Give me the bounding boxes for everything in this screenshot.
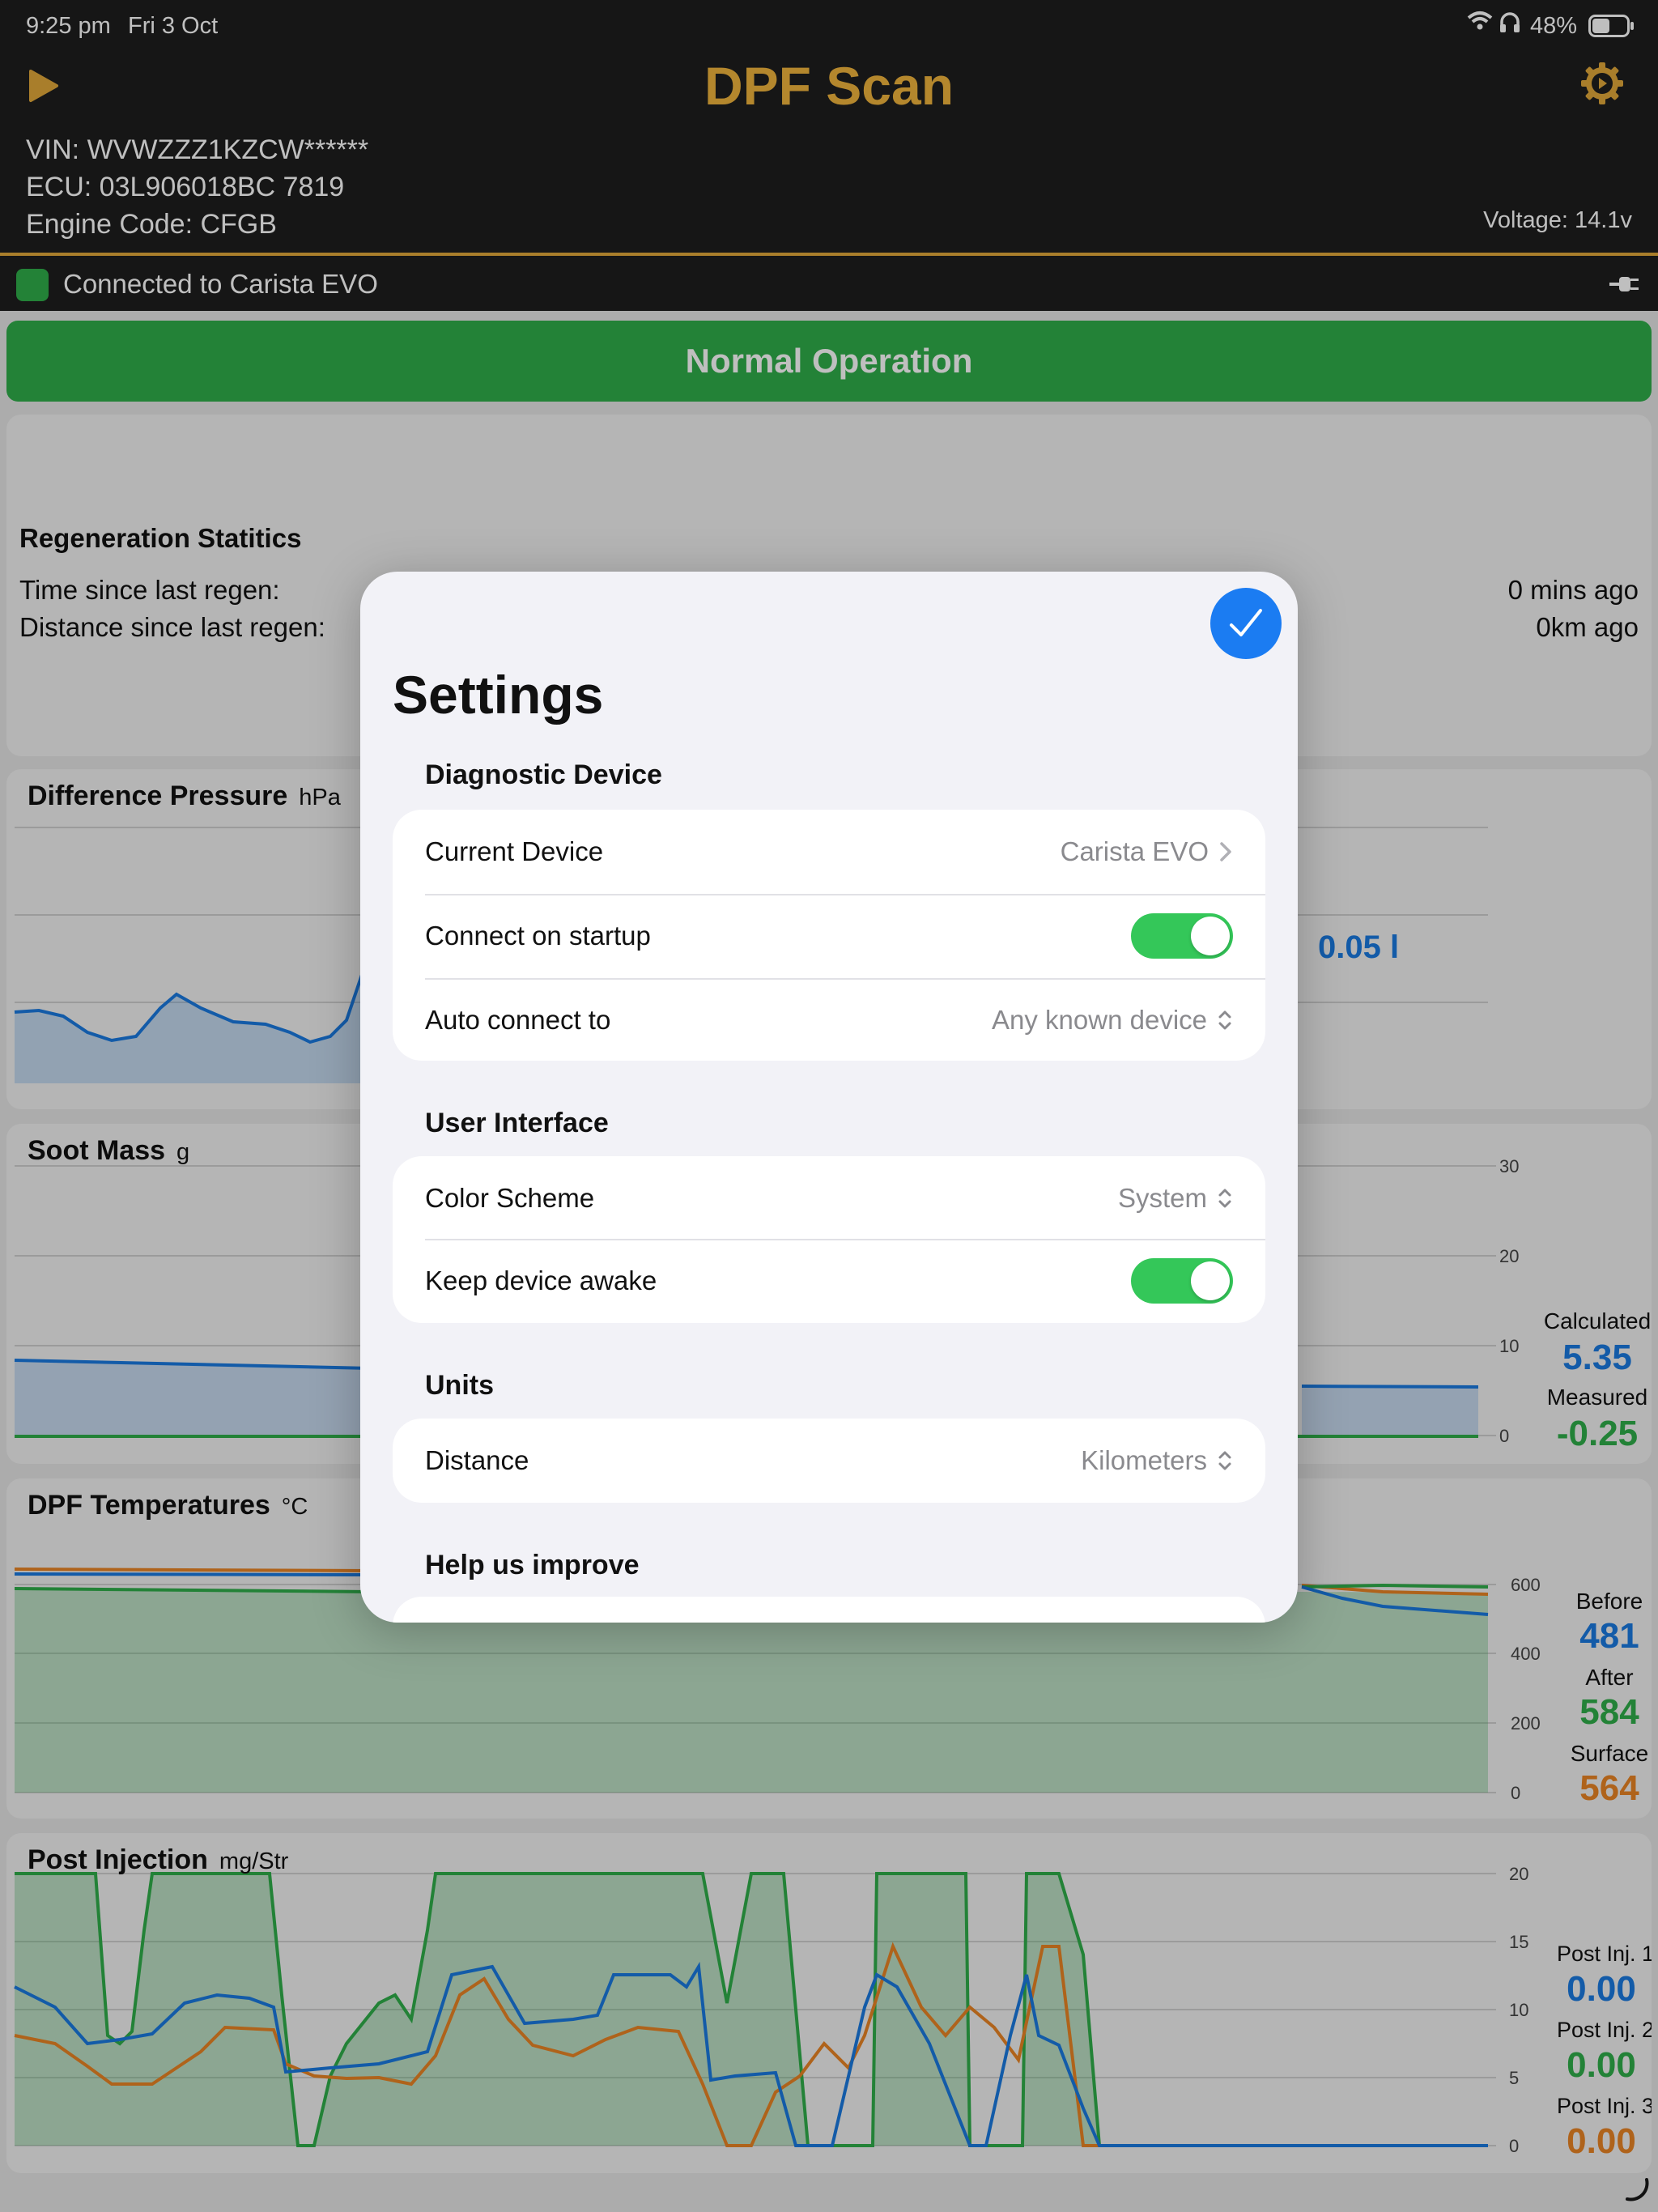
diagnostic-device-header: Diagnostic Device <box>425 759 662 790</box>
connect-on-startup-label: Connect on startup <box>425 921 651 951</box>
keep-awake-label: Keep device awake <box>425 1266 657 1295</box>
keep-awake-toggle[interactable] <box>1131 1258 1233 1304</box>
distance-unit-label: Distance <box>425 1445 529 1475</box>
diagnostic-device-group: Current Device Carista EVO Connect on st… <box>393 810 1265 1061</box>
auto-connect-row[interactable]: Auto connect to Any known device <box>425 978 1233 1062</box>
current-device-label: Current Device <box>425 836 604 866</box>
settings-title: Settings <box>393 665 604 725</box>
help-us-improve-header: Help us improve <box>425 1550 640 1580</box>
auto-connect-value: Any known device <box>992 1005 1207 1035</box>
spinner-icon <box>1622 2175 1650 2206</box>
current-device-row[interactable]: Current Device Carista EVO <box>425 810 1233 894</box>
settings-sheet: Settings Diagnostic Device Current Devic… <box>360 572 1298 1623</box>
connect-on-startup-toggle[interactable] <box>1131 913 1233 959</box>
units-group: Distance Kilometers <box>393 1419 1265 1503</box>
user-interface-header: User Interface <box>425 1108 609 1138</box>
distance-unit-value: Kilometers <box>1081 1445 1207 1475</box>
chevron-updown-icon <box>1218 1451 1231 1470</box>
auto-connect-label: Auto connect to <box>425 1005 611 1035</box>
connect-on-startup-row: Connect on startup <box>425 894 1233 978</box>
distance-unit-row[interactable]: Distance Kilometers <box>425 1419 1233 1503</box>
units-header: Units <box>425 1370 494 1401</box>
chevron-updown-icon <box>1218 1010 1231 1030</box>
current-device-value: Carista EVO <box>1060 836 1209 866</box>
done-checkmark-button[interactable] <box>1210 588 1282 659</box>
color-scheme-label: Color Scheme <box>425 1183 595 1213</box>
keep-awake-row: Keep device awake <box>425 1239 1233 1323</box>
user-interface-group: Color Scheme System Keep device awake <box>393 1156 1265 1323</box>
chevron-right-icon <box>1220 842 1231 861</box>
color-scheme-value: System <box>1117 1183 1207 1213</box>
chevron-updown-icon <box>1218 1189 1231 1208</box>
color-scheme-row[interactable]: Color Scheme System <box>425 1156 1233 1240</box>
checkmark-icon <box>1230 609 1262 636</box>
help-us-improve-group <box>393 1597 1265 1623</box>
